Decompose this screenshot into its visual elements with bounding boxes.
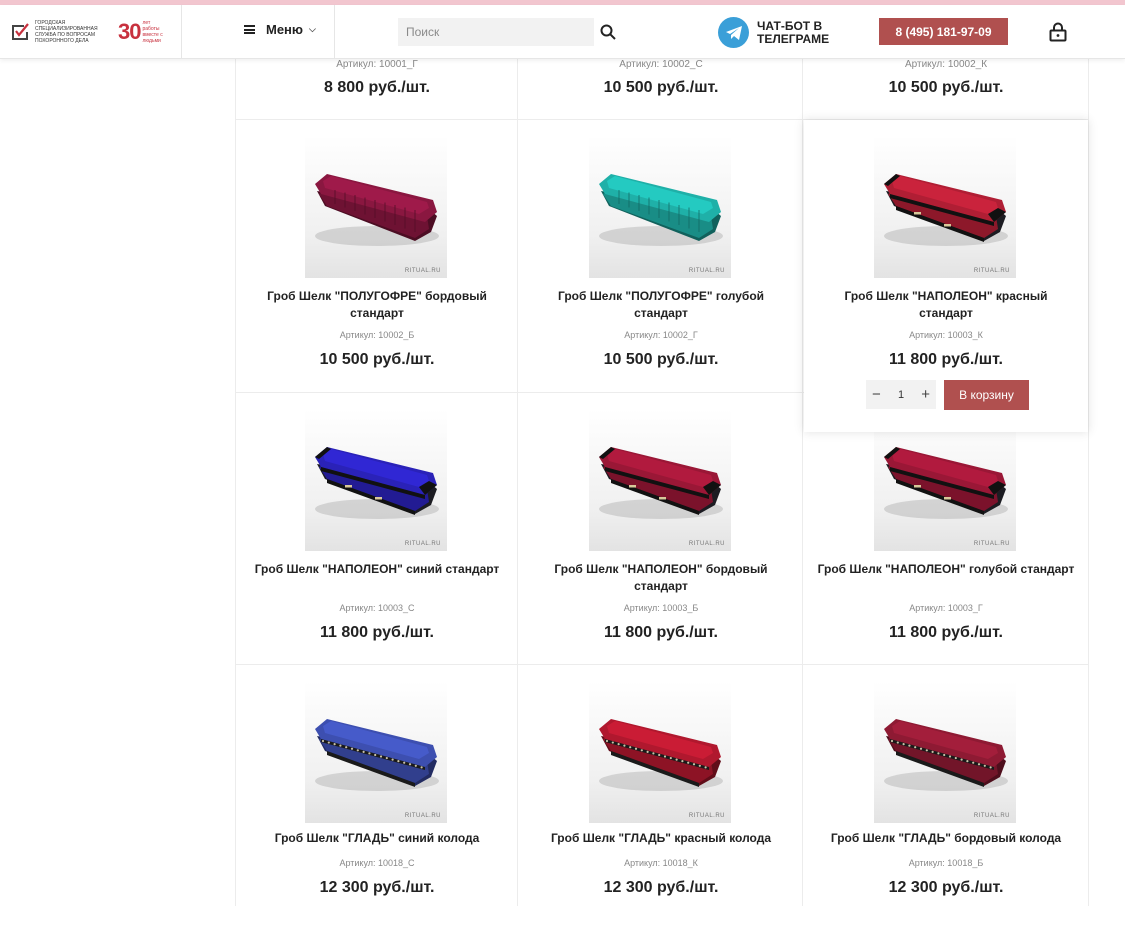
product-article: Артикул: 10003_С [339,603,415,613]
telegram-icon [718,17,749,48]
site-logo[interactable]: Городская специализированная служба по в… [10,16,180,48]
watermark: RITUAL.RU [688,813,725,819]
product-image[interactable]: RITUAL.RU [589,409,731,551]
product-price: 12 300 руб./шт. [319,879,435,896]
coffin-illustration [315,447,439,519]
product-article: Артикул: 10018_К [624,858,698,868]
product-name[interactable]: Гроб Шелк "ПОЛУГОФРЕ" голубой стандарт [531,288,791,322]
product-price: 8 800 руб./шт. [324,79,430,96]
search-input[interactable] [398,18,594,46]
product-article: Артикул: 10018_Б [908,858,984,868]
product-article: Артикул: 10002_С [619,59,703,70]
product-article: Артикул: 10001_Г [336,59,418,70]
site-header: Городская специализированная служба по в… [0,5,1125,59]
product-price: 10 500 руб./шт. [888,79,1004,96]
quantity-stepper: − 1 + [866,380,936,409]
product-article: Артикул: 10018_С [339,858,415,868]
coffin-illustration [884,174,1008,246]
product-name[interactable]: Гроб Шелк "ГЛАДЬ" синий колода [247,830,507,847]
quantity-minus-button[interactable]: − [872,386,881,403]
product-card[interactable]: RITUAL.RU Гроб Шелк "ПОЛУГОФРЕ" голубой … [519,120,803,392]
product-card[interactable]: RITUAL.RU Гроб Шелк "НАПОЛЕОН" бордовый … [519,393,803,665]
product-name[interactable]: Гроб Шелк "ПОЛУГОФРЕ" бордовый стандарт [247,288,507,322]
product-name[interactable]: Гроб Шелк "ГЛАДЬ" бордовый колода [816,830,1076,847]
product-grid: Артикул: 10001_Г 8 800 руб./шт. Артикул:… [235,59,1089,906]
logo-text: Городская специализированная служба по в… [35,20,98,44]
product-price: 11 800 руб./шт. [889,351,1003,368]
coffin-illustration [599,719,723,791]
quantity-plus-button[interactable]: + [921,386,930,403]
product-image[interactable]: RITUAL.RU [305,409,447,551]
product-price: 11 800 руб./шт. [604,624,718,641]
coffin-illustration [315,174,439,246]
lock-icon[interactable] [1048,22,1068,42]
product-card[interactable]: RITUAL.RU Гроб Шелк "ГЛАДЬ" красный коло… [519,665,803,937]
product-card-partial[interactable]: Артикул: 10002_К 10 500 руб./шт. [804,59,1088,119]
product-article: Артикул: 10003_Б [623,603,699,613]
product-article: Артикул: 10002_К [904,59,988,70]
grid-line [1088,59,1089,906]
menu-label: Меню [266,22,304,37]
header-divider [334,5,335,59]
hamburger-icon [244,25,255,34]
product-image[interactable]: RITUAL.RU [589,136,731,278]
product-article: Артикул: 10003_К [909,330,983,340]
watermark: RITUAL.RU [404,813,441,819]
coffin-illustration [884,719,1008,791]
logo-number: 30 [118,19,142,44]
watermark: RITUAL.RU [688,268,725,274]
telegram-bot-link[interactable]: ЧАТ-БОТ В ТЕЛЕГРАМЕ [718,17,841,48]
product-card[interactable]: RITUAL.RU Гроб Шелк "ПОЛУГОФРЕ" бордовый… [235,120,519,392]
product-image[interactable]: RITUAL.RU [305,681,447,823]
add-to-cart-button[interactable]: В корзину [944,380,1029,410]
watermark: RITUAL.RU [973,813,1010,819]
product-price: 11 800 руб./шт. [889,624,1003,641]
phone-button[interactable]: 8 (495) 181-97-09 [879,18,1008,45]
product-price: 10 500 руб./шт. [319,351,435,368]
product-image[interactable]: RITUAL.RU [305,136,447,278]
product-card-partial[interactable]: Артикул: 10001_Г 8 800 руб./шт. [235,59,519,119]
product-card[interactable]: RITUAL.RU Гроб Шелк "НАПОЛЕОН" голубой с… [804,393,1088,665]
product-name[interactable]: Гроб Шелк "НАПОЛЕОН" красный стандарт [816,288,1076,322]
telegram-label: ЧАТ-БОТ В ТЕЛЕГРАМЕ [757,18,830,46]
product-price: 12 300 руб./шт. [888,879,1004,896]
product-name[interactable]: Гроб Шелк "НАПОЛЕОН" синий стандарт [247,561,507,578]
scrollbar[interactable] [1111,59,1125,906]
product-card[interactable]: RITUAL.RU Гроб Шелк "НАПОЛЕОН" синий ста… [235,393,519,665]
logo-check-icon [10,22,30,42]
watermark: RITUAL.RU [973,541,1010,547]
product-image[interactable]: RITUAL.RU [874,136,1016,278]
product-card-partial[interactable]: Артикул: 10002_С 10 500 руб./шт. [519,59,803,119]
logo-sub: лет работы вместе с людьми [142,20,163,44]
product-name[interactable]: Гроб Шелк "ГЛАДЬ" красный колода [531,830,791,847]
watermark: RITUAL.RU [688,541,725,547]
menu-button[interactable]: Меню ⌵ [244,22,316,37]
product-article: Артикул: 10003_Г [909,603,983,613]
product-price: 10 500 руб./шт. [603,351,719,368]
coffin-illustration [315,719,439,791]
chevron-down-icon: ⌵ [309,24,316,34]
product-price: 10 500 руб./шт. [603,79,719,96]
product-card[interactable]: RITUAL.RU Гроб Шелк "ГЛАДЬ" синий колода… [235,665,519,937]
search-icon[interactable] [600,24,616,40]
coffin-illustration [599,447,723,519]
quantity-value[interactable]: 1 [898,389,904,401]
product-price: 11 800 руб./шт. [320,624,434,641]
product-image[interactable]: RITUAL.RU [874,681,1016,823]
product-price: 12 300 руб./шт. [603,879,719,896]
watermark: RITUAL.RU [404,541,441,547]
product-image[interactable]: RITUAL.RU [589,681,731,823]
header-divider [181,5,182,59]
product-article: Артикул: 10002_Б [339,330,415,340]
product-card[interactable]: RITUAL.RU Гроб Шелк "ГЛАДЬ" бордовый кол… [804,665,1088,937]
watermark: RITUAL.RU [404,268,441,274]
coffin-illustration [599,174,723,246]
watermark: RITUAL.RU [973,268,1010,274]
product-card-hovered[interactable]: RITUAL.RU Гроб Шелк "НАПОЛЕОН" красный с… [804,120,1088,432]
product-name[interactable]: Гроб Шелк "НАПОЛЕОН" бордовый стандарт [531,561,791,595]
product-article: Артикул: 10002_Г [624,330,698,340]
product-name[interactable]: Гроб Шелк "НАПОЛЕОН" голубой стандарт [816,561,1076,578]
